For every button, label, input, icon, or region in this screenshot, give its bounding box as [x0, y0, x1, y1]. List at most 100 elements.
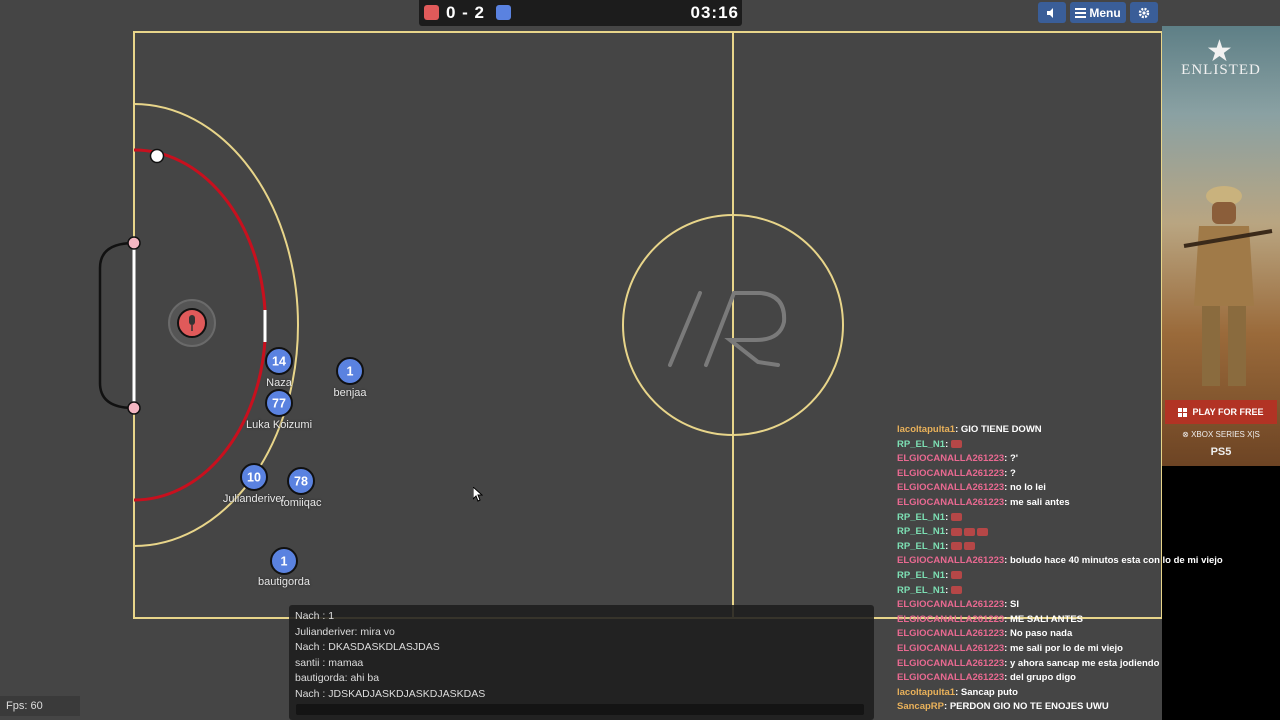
feed-username: ELGIOCANALLA261223 — [897, 613, 1005, 625]
feed-username: RP_EL_N1 — [897, 540, 946, 552]
mouse-cursor-icon — [473, 487, 483, 502]
feed-message: SancapRP: PERDON GIO NO TE ENOJES UWU — [897, 700, 1277, 715]
menu-label: Menu — [1089, 5, 1121, 20]
red-team-indicator — [424, 5, 439, 20]
goal-post-bottom — [127, 401, 141, 415]
room-chat: Nach : 1 Julianderiver: mira vo Nach : DKA… — [289, 605, 874, 720]
emote-icon — [950, 586, 962, 595]
feed-message: ELGIOCANALLA261223: y ahora sancap me es… — [897, 657, 1277, 672]
feed-username: ELGIOCANALLA261223 — [897, 657, 1005, 669]
feed-username: ELGIOCANALLA261223 — [897, 672, 1005, 684]
feed-message: ELGIOCANALLA261223: no lo lei — [897, 481, 1277, 496]
player-number: 1 — [281, 555, 288, 569]
speaker-icon — [1047, 7, 1053, 18]
sound-button[interactable] — [1038, 2, 1066, 23]
chat-message: Nach : 1 — [295, 610, 335, 622]
feed-username: ELGIOCANALLA261223 — [897, 453, 1005, 465]
feed-text: ? — [1009, 467, 1016, 479]
feed-username: SancapRP — [897, 701, 944, 713]
settings-button[interactable] — [1130, 2, 1158, 23]
feed-message: ELGIOCANALLA261223: ? — [897, 467, 1277, 482]
feed-text: GIO TIENE DOWN — [960, 424, 1042, 435]
emote-icon — [963, 542, 975, 551]
feed-text: SI — [1009, 599, 1019, 611]
feed-message: RP_EL_N1: — [897, 525, 1277, 540]
feed-message: ELGIOCANALLA261223: boludo hace 40 minut… — [897, 554, 1277, 569]
player-name: Julianderiver — [222, 493, 286, 505]
feed-text: Sancap puto — [960, 686, 1018, 698]
feed-text: me sali por lo de mi viejo — [1009, 642, 1123, 654]
goal-post-top — [127, 236, 141, 250]
chat-message: Nach : DKASDASKDLASJDAS — [295, 641, 440, 653]
goal-net — [98, 241, 135, 410]
player-name: tomiiqac — [280, 497, 322, 509]
blue-team-indicator — [496, 5, 511, 20]
feed-text: me sali antes — [1009, 496, 1070, 508]
ad-logo: ENLISTED — [1181, 62, 1261, 78]
player-number: 14 — [272, 355, 286, 369]
player-name: benjaa — [333, 387, 367, 399]
feed-text: y ahora sancap me esta jodiendo — [1009, 657, 1160, 669]
chat-message: bautigorda: ahi ba — [295, 672, 380, 684]
feed-message: ELGIOCANALLA261223: ME SALI ANTES — [897, 613, 1277, 628]
feed-username: ELGIOCANALLA261223 — [897, 555, 1005, 567]
feed-message: RP_EL_N1: — [897, 540, 1277, 555]
goal-area-arc-top — [133, 148, 267, 311]
feed-message: ELGIOCANALLA261223: SI — [897, 598, 1277, 613]
player-number: 1 — [347, 365, 354, 379]
windows-icon — [1178, 407, 1188, 417]
play-for-free-button[interactable]: PLAY FOR FREE — [1165, 400, 1277, 424]
chat-log: Nach : 1 Julianderiver: mira vo Nach : DKA… — [295, 609, 485, 702]
cta-label: PLAY FOR FREE — [1192, 407, 1264, 417]
emote-icon — [950, 571, 962, 580]
feed-username: lacoltapulta1 — [897, 686, 956, 698]
player-name: Luka Koizumi — [245, 419, 313, 431]
notification-feed: lacoltapulta1: GIO TIENE DOWN RP_EL_N1: E… — [897, 423, 1277, 715]
feed-message: ELGIOCANALLA261223: me sali por lo de mi… — [897, 642, 1277, 657]
chat-input[interactable] — [296, 704, 864, 715]
feed-username: RP_EL_N1 — [897, 584, 946, 596]
chat-message: santii : mamaa — [295, 656, 364, 669]
feed-username: RP_EL_N1 — [897, 511, 946, 523]
player-number: 10 — [247, 471, 261, 485]
emote-icon — [950, 542, 962, 551]
feed-message: ELGIOCANALLA261223: me sali antes — [897, 496, 1277, 511]
feed-username: ELGIOCANALLA261223 — [897, 628, 1005, 640]
chat-message: Julianderiver: mira vo — [295, 625, 395, 638]
advertisement-banner[interactable]: ★ ENLISTED PLAY FOR FREE ⊗ XBOX SERIES X… — [1162, 26, 1280, 466]
player-name: Naza — [266, 377, 292, 389]
feed-message: lacoltapulta1: Sancap puto — [897, 686, 1277, 701]
feed-text: boludo hace 40 minutos esta con lo de mi… — [1009, 555, 1223, 567]
emote-icon — [976, 527, 988, 536]
fps-counter: Fps: 60 — [0, 696, 80, 716]
soldier-illustration — [1183, 186, 1273, 386]
feed-username: ELGIOCANALLA261223 — [897, 496, 1005, 508]
feed-username: lacoltapulta1 — [897, 424, 956, 435]
player-number: 77 — [272, 397, 286, 411]
player-number: 78 — [294, 475, 308, 489]
match-timer: 03:16 — [690, 3, 739, 22]
feed-message: ELGIOCANALLA261223: ?' — [897, 452, 1277, 467]
player-name: bautigorda — [258, 576, 310, 588]
feed-text: No paso nada — [1009, 628, 1073, 640]
feed-message: ELGIOCANALLA261223: No paso nada — [897, 627, 1277, 642]
feed-message: ELGIOCANALLA261223: del grupo digo — [897, 671, 1277, 686]
feed-text: ME SALI ANTES — [1009, 613, 1083, 625]
feed-text: ?' — [1009, 453, 1019, 465]
feed-username: ELGIOCANALLA261223 — [897, 467, 1005, 479]
feed-message: RP_EL_N1: — [897, 438, 1277, 453]
emote-icon — [963, 527, 975, 536]
ball — [149, 148, 165, 164]
feed-username: ELGIOCANALLA261223 — [897, 642, 1005, 654]
menu-button[interactable]: Menu — [1070, 2, 1126, 23]
penalty-area — [133, 103, 300, 547]
feed-text: del grupo digo — [1009, 672, 1076, 684]
feed-text: PERDON GIO NO TE ENOJES UWU — [949, 701, 1109, 713]
feed-message: RP_EL_N1: — [897, 511, 1277, 526]
feed-message: RP_EL_N1: — [897, 569, 1277, 584]
hamburger-icon — [1075, 7, 1087, 18]
feed-username: RP_EL_N1 — [897, 569, 946, 581]
emote-icon — [950, 513, 962, 522]
feed-text: no lo lei — [1009, 482, 1046, 494]
score: 0 - 2 — [446, 3, 486, 22]
